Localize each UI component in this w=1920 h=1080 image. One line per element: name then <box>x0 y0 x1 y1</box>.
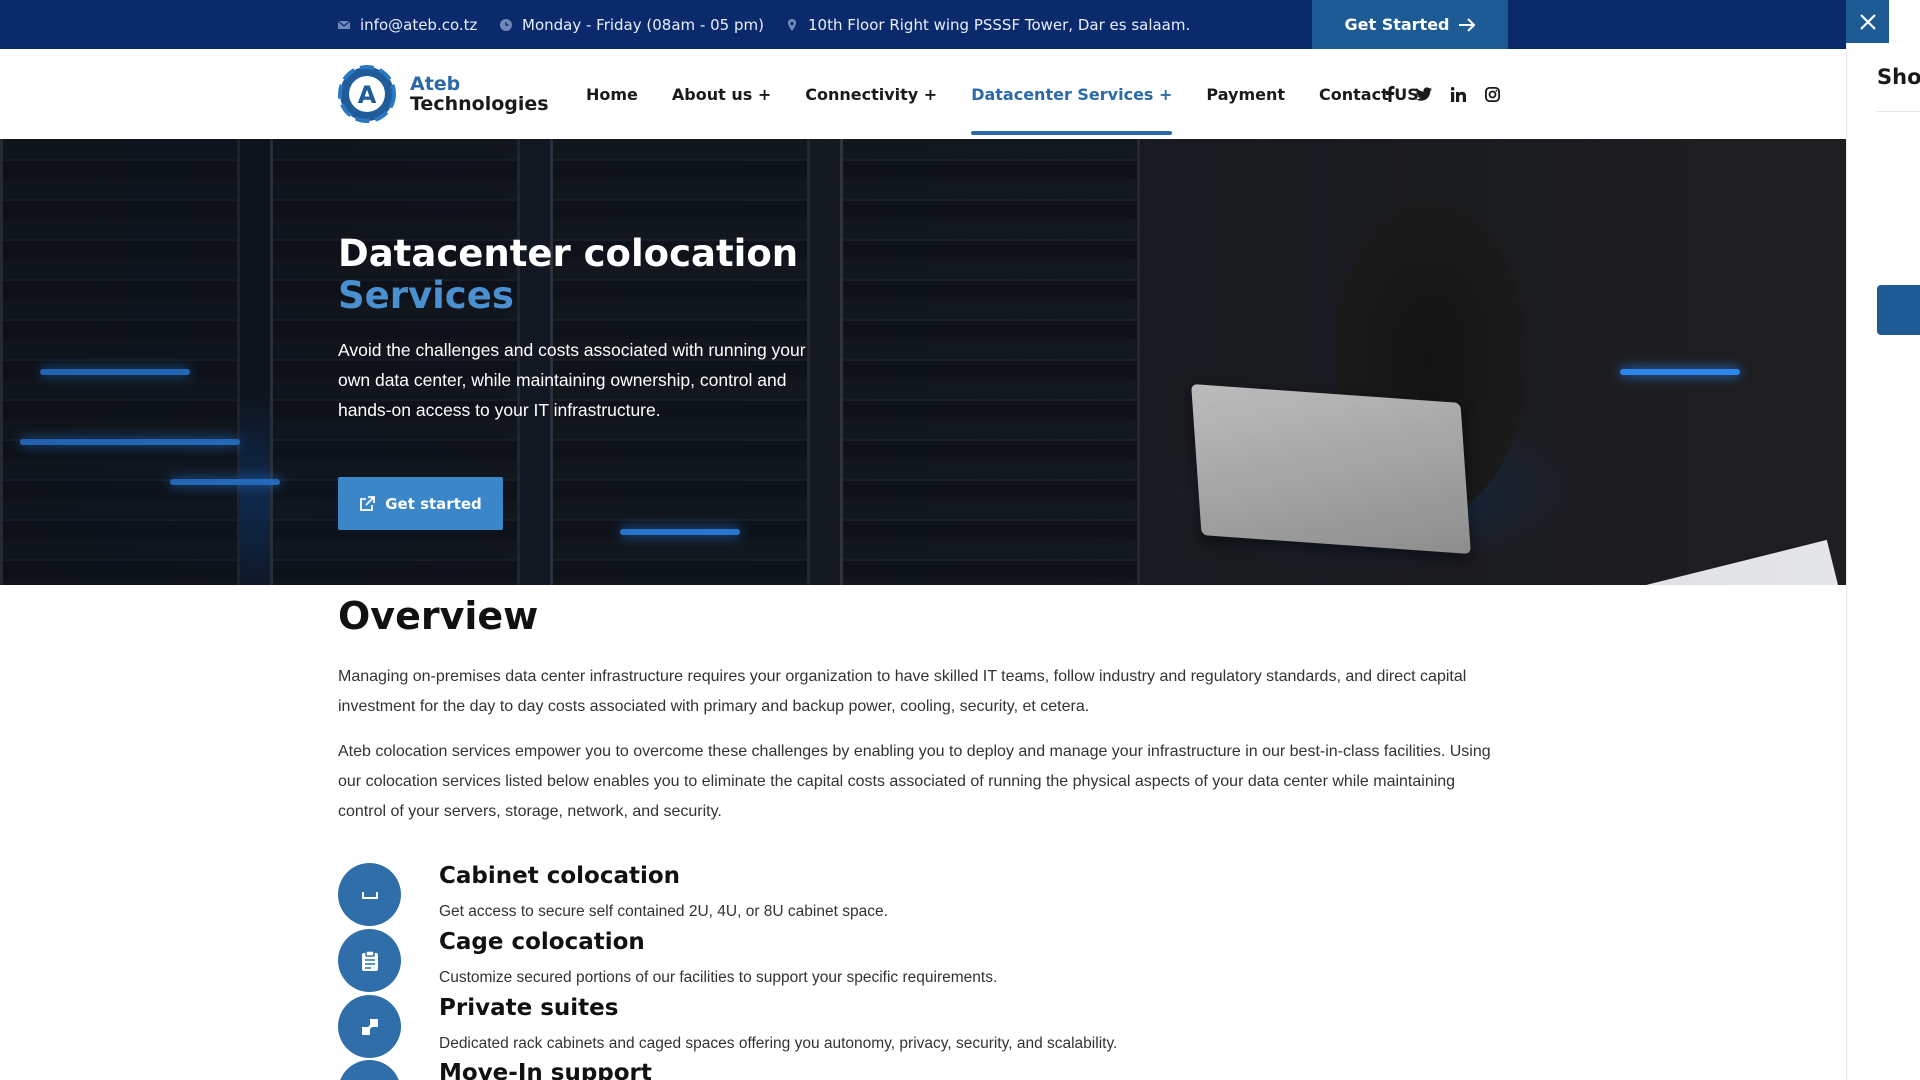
main-navbar: A Ateb Technologies Home About us + Conn… <box>0 49 1846 139</box>
nav-about-us[interactable]: About us + <box>672 49 771 139</box>
email-text: info@ateb.co.tz <box>360 15 478 34</box>
envelope-icon <box>338 20 350 29</box>
hours-text: Monday - Friday (08am - 05 pm) <box>522 15 764 34</box>
side-panel-button[interactable] <box>1877 285 1920 335</box>
service-description: Dedicated rack cabinets and caged spaces… <box>439 1035 1118 1052</box>
overview-paragraph-1: Managing on-premises data center infrast… <box>338 668 1467 715</box>
hero-title-line2: Services <box>338 274 514 317</box>
nav-datacenter-services[interactable]: Datacenter Services + <box>971 49 1173 139</box>
social-links <box>1382 49 1500 139</box>
close-button[interactable] <box>1846 0 1889 43</box>
twitter-icon[interactable] <box>1416 86 1432 102</box>
overview-paragraph-2: Ateb colocation services empower you to … <box>338 743 1491 820</box>
arrow-right-icon <box>1458 17 1475 32</box>
get-started-top-label: Get Started <box>1344 15 1450 34</box>
external-link-icon <box>360 495 376 511</box>
facebook-icon[interactable] <box>1382 86 1398 102</box>
clipboard-icon <box>338 929 401 992</box>
nav-home[interactable]: Home <box>586 49 638 139</box>
service-title: Move-In support <box>439 1060 652 1080</box>
top-info-bar: info@ateb.co.tz Monday - Friday (08am - … <box>0 0 1846 49</box>
brand-line2: Technologies <box>410 93 549 115</box>
logo-letter: A <box>358 81 377 109</box>
address-info: 10th Floor Right wing PSSSF Tower, Dar e… <box>786 0 1190 49</box>
cabinet-icon <box>338 863 401 926</box>
service-item-private-suites: Private suites Dedicated rack cabinets a… <box>338 995 1538 1061</box>
overview-heading: Overview <box>338 594 539 638</box>
clock-icon <box>500 18 512 31</box>
logo-icon: A <box>338 65 396 123</box>
hero-description: Avoid the challenges and costs associate… <box>338 340 806 420</box>
service-title: Cage colocation <box>439 929 645 955</box>
hero-section: Datacenter colocation Services Avoid the… <box>0 139 1846 585</box>
nav-connectivity[interactable]: Connectivity + <box>805 49 937 139</box>
brand-name: Ateb Technologies <box>410 74 549 114</box>
nav-payment[interactable]: Payment <box>1206 49 1285 139</box>
get-started-top-button[interactable]: Get Started <box>1312 0 1508 49</box>
get-started-label: Get started <box>385 494 482 513</box>
side-cart-panel: Shop <box>1846 43 1920 1080</box>
service-title: Cabinet colocation <box>439 863 681 889</box>
address-text: 10th Floor Right wing PSSSF Tower, Dar e… <box>808 15 1191 34</box>
service-item-cage: Cage colocation Customize secured portio… <box>338 929 1538 995</box>
linkedin-icon[interactable] <box>1450 86 1466 102</box>
service-item-move-in-support: Move-In support <box>338 1060 1538 1080</box>
service-description: Customize secured portions of our facili… <box>439 969 998 986</box>
close-icon <box>1859 13 1876 30</box>
nav-menu: Home About us + Connectivity + Datacente… <box>586 49 1453 139</box>
hero-title: Datacenter colocation Services <box>338 233 798 317</box>
service-title: Private suites <box>439 995 619 1021</box>
service-item-cabinet: Cabinet colocation Get access to secure … <box>338 863 1538 929</box>
suite-icon <box>338 995 401 1058</box>
hero-overlay <box>0 139 1846 585</box>
brand-line1: Ateb <box>410 73 461 95</box>
support-icon <box>338 1060 401 1080</box>
map-pin-icon <box>787 18 797 31</box>
side-panel-title: Shop <box>1877 65 1920 89</box>
service-description: Get access to secure self contained 2U, … <box>439 903 888 920</box>
hero-title-line1: Datacenter colocation <box>338 232 799 275</box>
get-started-button[interactable]: Get started <box>338 477 503 530</box>
hours-info: Monday - Friday (08am - 05 pm) <box>500 0 764 49</box>
email-info[interactable]: info@ateb.co.tz <box>338 0 477 49</box>
instagram-icon[interactable] <box>1484 86 1500 102</box>
brand-logo[interactable]: A Ateb Technologies <box>338 63 549 125</box>
side-panel-divider <box>1877 111 1920 112</box>
